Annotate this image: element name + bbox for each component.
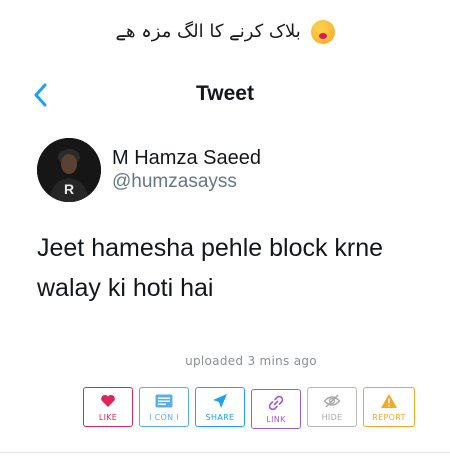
caption-text: بلاک کرنے کا الگ مزہ ھے [115, 21, 301, 42]
report-label: REPORT [372, 413, 406, 422]
heart-icon [101, 394, 115, 407]
tweet-line: Jeet hamesha pehle block krne [37, 234, 384, 262]
icon-label: I CON I [149, 413, 179, 422]
uploaded-timestamp: uploaded 3 mins ago [185, 354, 317, 368]
hide-button[interactable]: HIDE [307, 387, 357, 427]
report-button[interactable]: REPORT [363, 387, 415, 427]
warning-icon [381, 394, 397, 408]
avatar[interactable]: R [37, 138, 101, 202]
share-button[interactable]: SHARE [195, 387, 245, 427]
like-button[interactable]: LIKE [83, 387, 133, 427]
comment-icon [155, 394, 173, 408]
link-label: LINK [266, 415, 286, 424]
share-label: SHARE [205, 413, 235, 422]
eye-slash-icon [323, 394, 341, 408]
link-icon [268, 395, 284, 411]
user-handle[interactable]: @humzasayss [112, 171, 237, 193]
post-caption: بلاک کرنے کا الگ مزہ ھے [0, 20, 450, 44]
tweet-text: Jeet hamesha pehle block krne walay ki h… [37, 228, 427, 308]
page-title: Tweet [196, 82, 254, 105]
svg-text:R: R [64, 181, 74, 197]
tweet-line: walay ki hoti hai [37, 274, 214, 302]
send-icon [213, 394, 227, 408]
link-button[interactable]: LINK [251, 389, 301, 429]
divider [0, 452, 450, 453]
user-display-name[interactable]: M Hamza Saeed [112, 147, 261, 170]
kissing-face-emoji-icon [310, 20, 335, 44]
icon-button[interactable]: I CON I [139, 387, 189, 427]
like-label: LIKE [98, 413, 118, 422]
hide-label: HIDE [321, 413, 343, 422]
